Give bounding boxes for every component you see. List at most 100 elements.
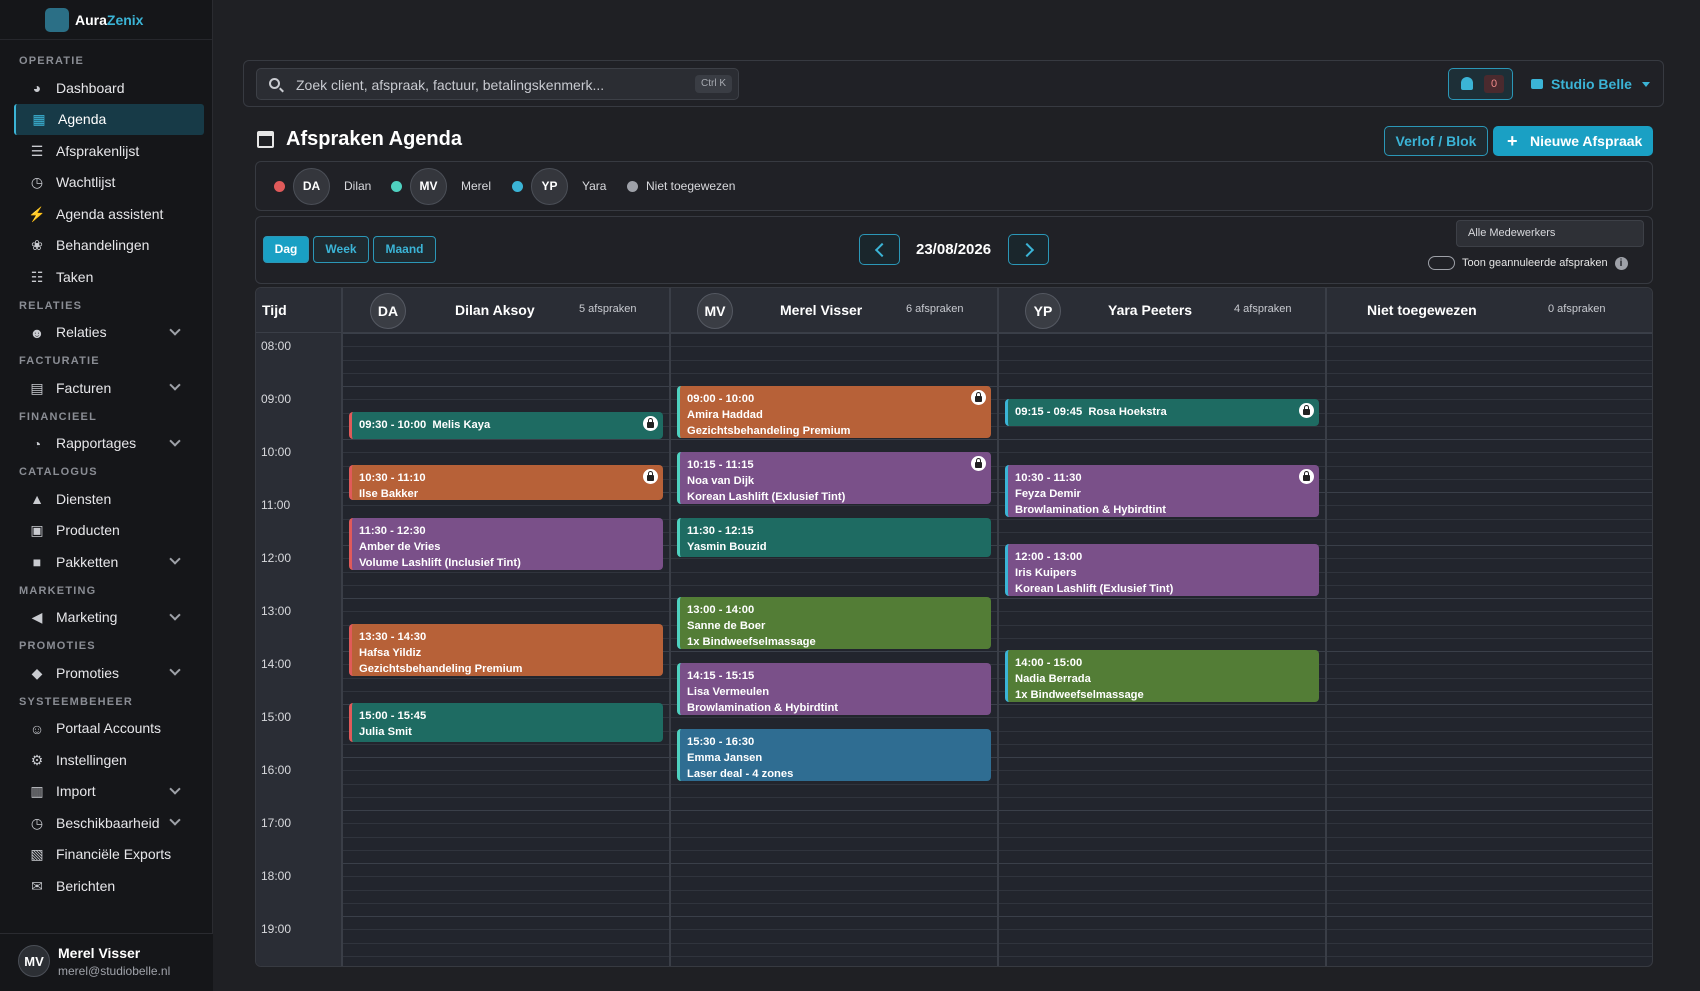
sidebar-item-instellingen[interactable]: ⚙ Instellingen xyxy=(0,744,213,776)
sidebar-item-pakketten[interactable]: ■ Pakketten xyxy=(0,546,213,578)
chevron-down-icon xyxy=(169,782,181,795)
appointment-card[interactable]: 09:30 - 10:00 Melis Kaya xyxy=(349,412,663,439)
legend-item-dilan[interactable]: DA Dilan xyxy=(274,162,371,210)
brand[interactable]: AuraZenix xyxy=(0,0,212,40)
studio-switcher[interactable]: Studio Belle xyxy=(1531,69,1650,99)
appointment-service: Korean Lashlift (Exlusief Tint) xyxy=(687,491,846,503)
appointment-card[interactable]: 13:30 - 14:30 Hafsa Yildiz Gezichtsbehan… xyxy=(349,624,663,676)
sidebar-item-relaties[interactable]: ☻ Relaties xyxy=(0,317,213,349)
sidebar-item-label: Dashboard xyxy=(56,79,125,96)
sidebar-item-beschikbaarheid[interactable]: ◷ Beschikbaarheid xyxy=(0,807,213,839)
sidebar-item-diensten[interactable]: ▲ Diensten xyxy=(0,483,213,515)
appointment-client: Julia Smit xyxy=(359,726,412,738)
appointment-card[interactable]: 12:00 - 13:00 Iris Kuipers Korean Lashli… xyxy=(1005,544,1319,596)
appointment-client: Sanne de Boer xyxy=(687,620,766,632)
notifications-button[interactable]: 0 xyxy=(1448,68,1513,100)
brand-name: AuraZenix xyxy=(75,11,144,28)
next-day-button[interactable] xyxy=(1008,234,1049,265)
appointment-client: Nadia Berrada xyxy=(1015,673,1091,685)
sidebar-item-taken[interactable]: ☷ Taken xyxy=(0,261,213,293)
new-appointment-button[interactable]: + Nieuwe Afspraak xyxy=(1493,126,1653,156)
legend-item-merel[interactable]: MV Merel xyxy=(391,162,491,210)
legend-dot xyxy=(274,180,285,192)
sidebar-item-dashboard[interactable]: ◕ Dashboard xyxy=(0,72,213,104)
sidebar-item-label: Berichten xyxy=(56,877,116,894)
view-month-button[interactable]: Maand xyxy=(373,236,436,263)
sidebar-item-rapportages[interactable]: ◔ Rapportages xyxy=(0,428,213,460)
appointment-card[interactable]: 14:00 - 15:00 Nadia Berrada 1x Bindweefs… xyxy=(1005,650,1319,702)
view-week-button[interactable]: Week xyxy=(313,236,369,263)
appointment-time: 14:15 - 15:15 xyxy=(687,670,755,682)
nav-section-systeembeheer: SYSTEEMBEHEER xyxy=(19,695,134,708)
avatar: MV xyxy=(18,945,50,977)
spa-icon: ❀ xyxy=(31,237,43,253)
appointment-card[interactable]: 14:15 - 15:15 Lisa Vermeulen Browlaminat… xyxy=(677,663,991,715)
show-cancelled-row: Toon geannuleerde afspraken i xyxy=(1428,256,1628,270)
sidebar-item-facturen[interactable]: ▤ Facturen xyxy=(0,372,213,404)
sidebar: AuraZenix OPERATIE ◕ Dashboard ▦ Agenda ☰ A… xyxy=(0,0,213,991)
sidebar-item-label: Agenda assistent xyxy=(56,205,164,222)
column-count: 5 afspraken xyxy=(579,303,637,315)
sidebar-item-marketing[interactable]: ◀ Marketing xyxy=(0,602,213,634)
appointment-card[interactable]: 10:30 - 11:10 Ilse Bakker xyxy=(349,465,663,500)
appointment-card[interactable]: 13:00 - 14:00 Sanne de Boer 1x Bindweefs… xyxy=(677,597,991,649)
appointment-service: Laser deal - 4 zones xyxy=(687,768,794,780)
appointment-card[interactable]: 09:15 - 09:45 Rosa Hoekstra xyxy=(1005,399,1319,426)
avatar: DA xyxy=(293,167,330,205)
sidebar-item-berichten[interactable]: ✉ Berichten xyxy=(0,870,213,902)
sidebar-item-label: Import xyxy=(56,783,96,800)
sidebar-item-import[interactable]: ▥ Import xyxy=(0,776,213,808)
megaphone-icon: ◀ xyxy=(31,609,43,625)
previous-day-button[interactable] xyxy=(859,234,900,265)
column-divider xyxy=(997,288,999,966)
verlof-blok-button[interactable]: Verlof / Blok xyxy=(1384,126,1488,156)
sidebar-item-behandelingen[interactable]: ❀ Behandelingen xyxy=(0,230,213,262)
appointment-time: 15:30 - 16:30 xyxy=(687,736,755,748)
legend-item-unassigned[interactable]: Niet toegewezen xyxy=(627,162,735,210)
calendar-toolbar: Dag Week Maand 23/08/2026 Alle Medewerke… xyxy=(255,216,1653,284)
staff-filter-select[interactable]: Alle Medewerkers xyxy=(1456,220,1644,247)
legend-dot xyxy=(627,180,638,192)
sidebar-item-label: Diensten xyxy=(56,490,112,507)
sidebar-item-agenda-assistent[interactable]: ⚡ Agenda assistent xyxy=(0,198,213,230)
appointment-card[interactable]: 10:15 - 11:15 Noa van Dijk Korean Lashli… xyxy=(677,452,991,504)
sidebar-item-financiele-exports[interactable]: ▧ Financiële Exports xyxy=(0,839,213,871)
hour-label: 12:00 xyxy=(261,551,292,565)
view-day-button[interactable]: Dag xyxy=(263,236,309,263)
hour-label: 19:00 xyxy=(261,922,292,936)
sidebar-item-promoties[interactable]: ◆ Promoties xyxy=(0,657,213,689)
appointment-card[interactable]: 10:30 - 11:30 Feyza Demir Browlamination… xyxy=(1005,465,1319,517)
appointment-card[interactable]: 15:30 - 16:30 Emma Jansen Laser deal - 4… xyxy=(677,729,991,781)
brand-logo-icon xyxy=(45,8,69,32)
show-cancelled-toggle[interactable] xyxy=(1428,256,1455,270)
sidebar-item-label: Facturen xyxy=(56,379,112,396)
nav-section-financieel: FINANCIEEL xyxy=(19,410,97,423)
search-icon xyxy=(269,78,280,89)
nav-section-facturatie: FACTURATIE xyxy=(19,355,100,367)
hour-label: 08:00 xyxy=(261,339,292,353)
user-name: Merel Visser xyxy=(58,945,141,961)
sidebar-item-wachtlijst[interactable]: ◷ Wachtlijst xyxy=(0,167,213,199)
info-icon[interactable]: i xyxy=(1614,256,1628,270)
user-profile[interactable]: MV Merel Visser merel@studiobelle.nl xyxy=(0,933,213,991)
sidebar-item-portaal-accounts[interactable]: ☺ Portaal Accounts xyxy=(0,713,213,745)
sidebar-item-agenda[interactable]: ▦ Agenda xyxy=(14,103,204,135)
appointment-card[interactable]: 11:30 - 12:30 Amber de Vries Volume Lash… xyxy=(349,518,663,570)
avatar: YP xyxy=(531,167,568,205)
appointment-card[interactable]: 11:30 - 12:15 Yasmin Bouzid xyxy=(677,518,991,557)
hour-label: 17:00 xyxy=(261,816,292,830)
boxes-icon: ▣ xyxy=(30,522,44,538)
caret-down-icon xyxy=(1641,81,1650,87)
sidebar-item-producten[interactable]: ▣ Producten xyxy=(0,515,213,547)
sidebar-item-afsprakenlijst[interactable]: ☰ Afsprakenlijst xyxy=(0,135,213,167)
appointment-time: 10:30 - 11:10 xyxy=(359,472,426,484)
appointment-card[interactable]: 15:00 - 15:45 Julia Smit xyxy=(349,703,663,742)
clock-icon: ◷ xyxy=(30,174,44,190)
appointment-card[interactable]: 09:00 - 10:00 Amira Haddad Gezichtsbehan… xyxy=(677,386,991,438)
hour-label: 18:00 xyxy=(261,869,292,883)
appointment-time: 13:00 - 14:00 xyxy=(687,604,755,616)
search-input[interactable]: Zoek client, afspraak, factuur, betaling… xyxy=(256,68,739,100)
column-avatar: YP xyxy=(1025,293,1061,329)
legend-item-yara[interactable]: YP Yara xyxy=(512,162,606,210)
appointment-time: 15:00 - 15:45 xyxy=(359,710,427,722)
